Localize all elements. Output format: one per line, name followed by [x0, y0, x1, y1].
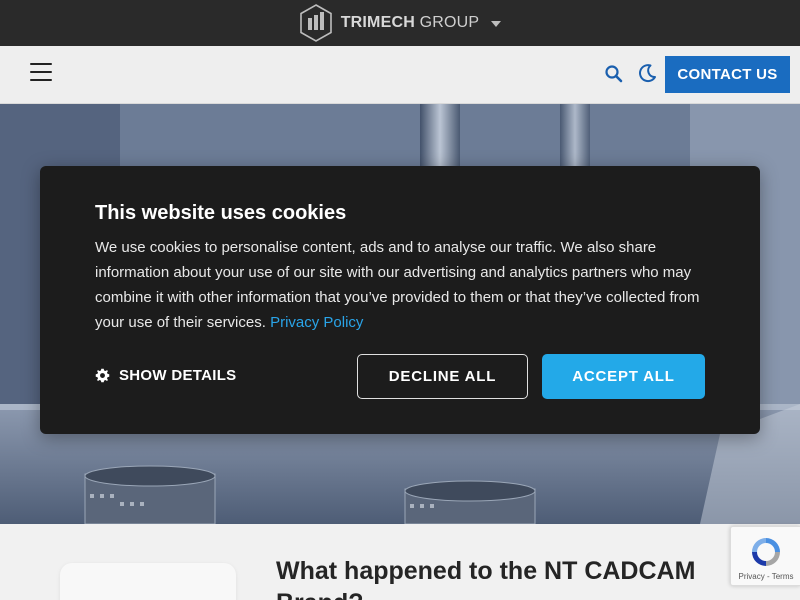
- cookie-consent-dialog: This website uses cookies We use cookies…: [40, 166, 760, 434]
- trimech-logo-icon: [299, 4, 332, 42]
- show-details-toggle[interactable]: SHOW DETAILS: [95, 367, 236, 384]
- show-details-label: SHOW DETAILS: [119, 367, 237, 384]
- moon-icon[interactable]: [635, 61, 659, 85]
- recaptcha-icon: [752, 538, 780, 566]
- brand-name-rest: GROUP: [414, 14, 480, 31]
- gear-icon: [95, 368, 110, 383]
- cookie-dialog-body: We use cookies to personalise content, a…: [95, 235, 710, 335]
- cookie-body-text: We use cookies to personalise content, a…: [95, 239, 700, 331]
- hamburger-menu-icon[interactable]: [30, 63, 52, 83]
- recaptcha-links[interactable]: Privacy - Terms: [731, 572, 800, 581]
- brand-switcher[interactable]: TRIMECH GROUP: [299, 4, 502, 42]
- brand-name-bold: TRIMECH: [340, 14, 415, 31]
- recaptcha-badge[interactable]: Privacy - Terms: [730, 526, 800, 586]
- contact-us-button[interactable]: CONTACT US: [665, 56, 790, 93]
- accept-all-button[interactable]: ACCEPT ALL: [542, 354, 705, 399]
- article-sidebar-card: [60, 563, 236, 600]
- brand-bar: TRIMECH GROUP: [0, 0, 800, 46]
- nav-bar: CONTACT US: [0, 46, 800, 104]
- article-title: What happened to the NT CADCAM Brand?: [276, 557, 696, 600]
- brand-name: TRIMECH GROUP: [341, 14, 480, 32]
- privacy-policy-link[interactable]: Privacy Policy: [270, 314, 363, 331]
- cookie-dialog-title: This website uses cookies: [95, 202, 347, 224]
- chevron-down-icon: [491, 21, 502, 27]
- decline-all-button[interactable]: DECLINE ALL: [357, 354, 528, 399]
- search-icon[interactable]: [603, 63, 625, 85]
